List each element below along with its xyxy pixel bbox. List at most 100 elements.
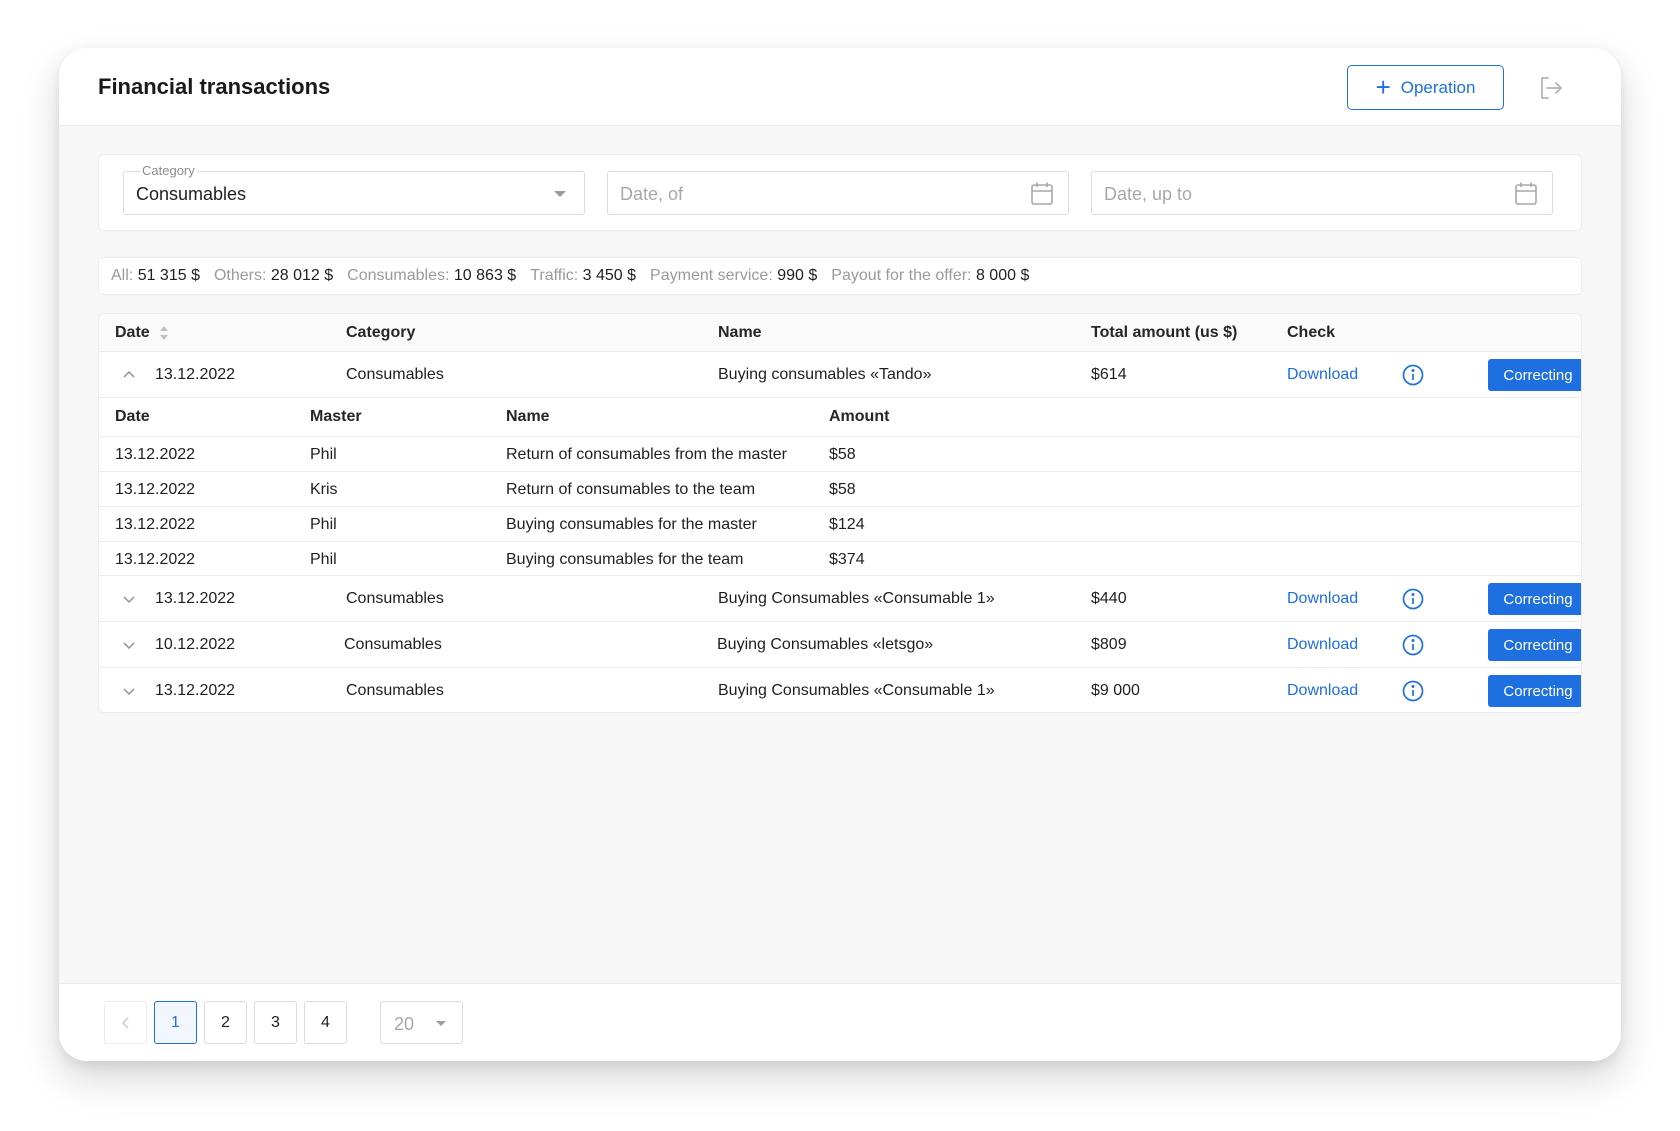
row-date: 13.12.2022: [155, 366, 236, 383]
chevron-left-icon: [121, 1016, 129, 1029]
subtable-row: 13.12.2022 Phil Return of consumables fr…: [99, 437, 1581, 472]
row-category: Consumables: [344, 636, 442, 653]
chevron-down-icon[interactable]: [121, 637, 137, 653]
sub-column-amount: Amount: [829, 408, 890, 425]
row-amount: $440: [1091, 590, 1127, 607]
date-from-placeholder: Date, of: [620, 184, 684, 204]
add-operation-button[interactable]: + Operation: [1347, 65, 1504, 110]
row-amount: $809: [1091, 636, 1127, 653]
totals-summary: All: 51 315 $ Others: 28 012 $ Consumabl…: [98, 257, 1582, 295]
download-link[interactable]: Download: [1287, 366, 1358, 384]
page-button-2[interactable]: 2: [204, 1001, 247, 1044]
date-from-input[interactable]: Date, of: [607, 171, 1069, 215]
date-to-input[interactable]: Date, up to: [1091, 171, 1553, 215]
sub-row-amount: $124: [829, 516, 865, 533]
category-value: Consumables: [136, 184, 247, 204]
total-consumables: Consumables: 10 863 $: [347, 267, 517, 284]
calendar-icon[interactable]: [1514, 181, 1538, 206]
total-payment-service: Payment service: 990 $: [650, 267, 818, 284]
chevron-down-icon: [554, 191, 566, 197]
sub-row-name: Buying consumables for the master: [506, 516, 757, 533]
sub-row-date: 13.12.2022: [115, 516, 196, 533]
row-name: Buying Consumables «Consumable 1»: [718, 682, 995, 699]
chevron-up-icon[interactable]: [121, 367, 137, 383]
table-row[interactable]: 13.12.2022 Consumables Buying Consumable…: [99, 576, 1581, 622]
table-row[interactable]: 10.12.2022 Consumables Buying Consumable…: [99, 622, 1581, 668]
sub-row-master: Phil: [310, 446, 337, 463]
column-name: Name: [718, 324, 762, 341]
transactions-table: Date Category Name Total amount (us $) C…: [98, 313, 1582, 713]
total-traffic: Traffic: 3 450 $: [530, 267, 637, 284]
logout-icon[interactable]: [1537, 74, 1565, 102]
sub-row-amount: $374: [829, 551, 865, 568]
date-to-placeholder: Date, up to: [1104, 184, 1193, 204]
sub-column-master: Master: [310, 408, 362, 425]
total-payout-offer: Payout for the offer: 8 000 $: [831, 267, 1030, 284]
column-check: Check: [1287, 324, 1336, 341]
sub-row-master: Phil: [310, 516, 337, 533]
sub-row-master: Phil: [310, 551, 337, 568]
subtable-header: Date Master Name Amount: [99, 398, 1581, 437]
category-select[interactable]: Category Consumables: [123, 163, 585, 215]
sub-row-master: Kris: [310, 481, 338, 498]
total-others: Others: 28 012 $: [213, 267, 334, 284]
row-category: Consumables: [346, 682, 444, 699]
info-icon[interactable]: [1402, 588, 1424, 610]
pagination-bar: 1 2 3 4 20: [59, 983, 1621, 1061]
sub-column-name: Name: [506, 408, 550, 425]
app-window: Financial transactions + Operation Categ…: [59, 48, 1621, 1061]
sub-row-date: 13.12.2022: [115, 481, 196, 498]
sub-row-date: 13.12.2022: [115, 446, 196, 463]
row-details-subtable: Date Master Name Amount 13.12.2022 Phil …: [99, 398, 1581, 576]
sub-column-date: Date: [115, 408, 150, 425]
column-date[interactable]: Date: [115, 324, 150, 342]
subtable-row: 13.12.2022 Phil Buying consumables for t…: [99, 507, 1581, 542]
subtable-row: 13.12.2022 Phil Buying consumables for t…: [99, 542, 1581, 577]
category-label: Category: [140, 163, 197, 178]
download-link[interactable]: Download: [1287, 636, 1358, 654]
correcting-button[interactable]: Correcting: [1488, 629, 1581, 661]
correcting-button[interactable]: Correcting: [1488, 583, 1581, 615]
total-all: All: 51 315 $: [111, 267, 200, 284]
row-date: 13.12.2022: [155, 590, 236, 607]
download-link[interactable]: Download: [1287, 682, 1358, 700]
row-category: Consumables: [346, 590, 444, 607]
row-amount: $614: [1091, 366, 1127, 383]
sort-icon[interactable]: [159, 325, 169, 341]
download-link[interactable]: Download: [1287, 590, 1358, 608]
chevron-down-icon[interactable]: [121, 683, 137, 699]
sub-row-date: 13.12.2022: [115, 551, 196, 568]
row-name: Buying Consumables «letsgo»: [717, 636, 934, 653]
chevron-down-icon[interactable]: [121, 591, 137, 607]
page-size-value: 20: [394, 1014, 415, 1034]
info-icon[interactable]: [1402, 680, 1424, 702]
calendar-icon[interactable]: [1030, 181, 1054, 206]
sub-row-name: Return of consumables to the team: [506, 481, 756, 498]
column-total: Total amount (us $): [1091, 324, 1238, 341]
page-button-4[interactable]: 4: [304, 1001, 347, 1044]
correcting-button[interactable]: Correcting: [1488, 675, 1581, 707]
page-button-1[interactable]: 1: [154, 1001, 197, 1044]
info-icon[interactable]: [1402, 364, 1424, 386]
row-amount: $9 000: [1091, 682, 1140, 699]
filter-panel: Category Consumables Date, of Date, up t…: [98, 154, 1582, 231]
sub-row-amount: $58: [829, 481, 856, 498]
plus-icon: +: [1375, 71, 1391, 102]
page-button-3[interactable]: 3: [254, 1001, 297, 1044]
row-date: 10.12.2022: [155, 636, 236, 653]
prev-page-button[interactable]: [104, 1001, 147, 1044]
chevron-down-icon: [436, 1021, 446, 1026]
row-date: 13.12.2022: [155, 682, 236, 699]
add-operation-label: Operation: [1400, 77, 1476, 97]
page-size-select[interactable]: 20: [380, 1001, 463, 1044]
table-row[interactable]: 13.12.2022 Consumables Buying consumable…: [99, 352, 1581, 398]
page-title: Financial transactions: [98, 74, 331, 99]
row-category: Consumables: [346, 366, 444, 383]
table-row[interactable]: 13.12.2022 Consumables Buying Consumable…: [99, 668, 1581, 712]
sub-row-name: Buying consumables for the team: [506, 551, 744, 568]
page-header: Financial transactions + Operation: [59, 48, 1621, 126]
correcting-button[interactable]: Correcting: [1488, 359, 1581, 391]
info-icon[interactable]: [1402, 634, 1424, 656]
sub-row-name: Return of consumables from the master: [506, 446, 788, 463]
column-category: Category: [346, 324, 416, 341]
